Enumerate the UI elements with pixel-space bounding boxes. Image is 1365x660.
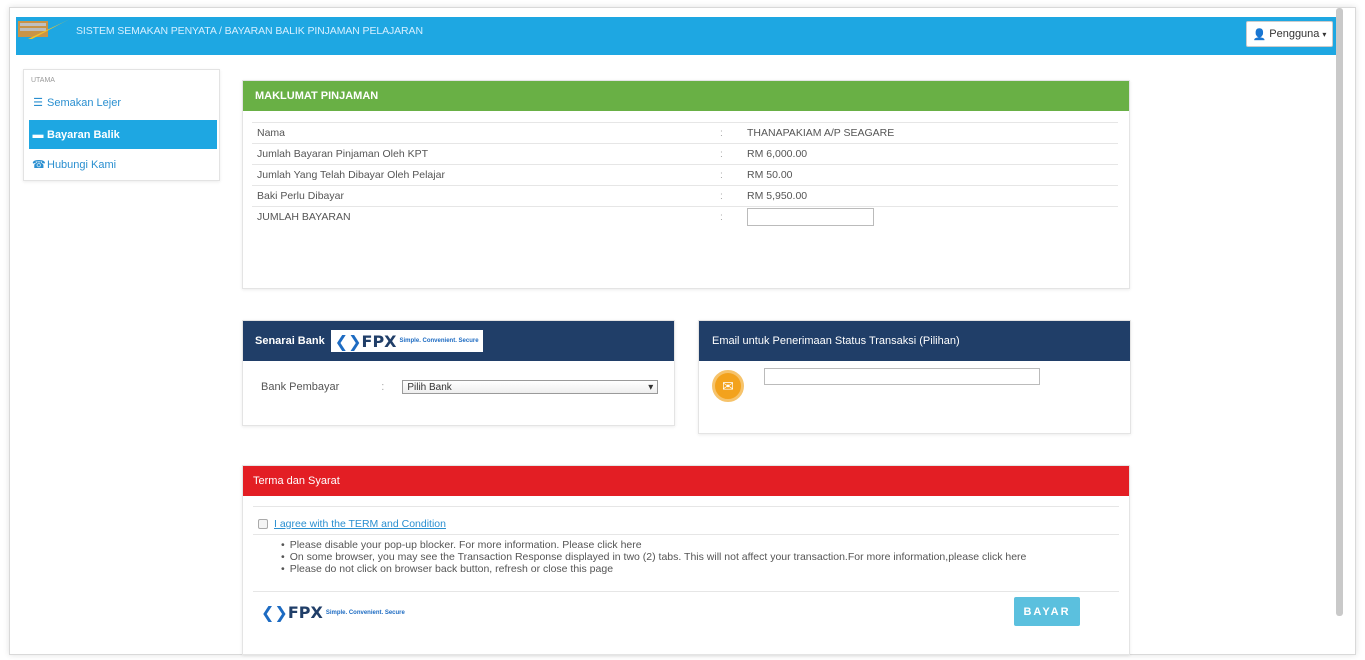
- top-navbar: SISTEM SEMAKAN PENYATA / BAYARAN BALIK P…: [16, 17, 1337, 55]
- row-value: THANAPAKIAM A/P SEAGARE: [742, 122, 1118, 144]
- app-title: SISTEM SEMAKAN PENYATA / BAYARAN BALIK P…: [76, 25, 423, 37]
- list-item: Please do not click on browser back butt…: [290, 563, 1026, 575]
- agree-row: I agree with the TERM and Condition: [258, 518, 446, 530]
- notes-list: Please disable your pop-up blocker. For …: [290, 539, 1027, 575]
- sidebar-section-title: UTAMA: [31, 77, 55, 84]
- scrollbar[interactable]: [1336, 8, 1343, 616]
- bank-select-value: Pilih Bank: [407, 381, 452, 393]
- sidebar: UTAMA ☰ Semakan Lejer ▬ Bayaran Balik ☎ …: [23, 69, 220, 181]
- footer-fpx-logo: ❮❯FPX Simple. Convenient. Secure: [261, 603, 405, 622]
- row-label: Baki Perlu Dibayar: [252, 185, 720, 207]
- email-panel-title: Email untuk Penerimaan Status Transaksi …: [699, 321, 1130, 361]
- row-value: RM 5,950.00: [742, 185, 1118, 207]
- email-panel: Email untuk Penerimaan Status Transaksi …: [698, 320, 1131, 434]
- bank-panel-title: Senarai Bank: [255, 335, 325, 347]
- payment-amount-input[interactable]: [747, 208, 874, 227]
- row-colon: :: [720, 185, 742, 207]
- fpx-logo-icon: ❮❯FPX: [334, 331, 397, 351]
- row-value: RM 50.00: [742, 164, 1118, 186]
- row-colon: :: [720, 122, 742, 144]
- pay-button[interactable]: BAYAR: [1014, 597, 1080, 626]
- divider: [253, 591, 1119, 592]
- chevron-down-icon: ▾: [1322, 29, 1327, 39]
- divider: [253, 534, 1119, 535]
- fpx-badge: ❮❯FPX Simple. Convenient. Secure: [330, 330, 483, 352]
- email-input[interactable]: [764, 368, 1040, 385]
- fpx-logo-text: FPX: [287, 603, 323, 622]
- table-row: Jumlah Bayaran Pinjaman Oleh KPT : RM 6,…: [252, 143, 1118, 165]
- divider: [253, 506, 1119, 507]
- user-menu-button[interactable]: 👤 Pengguna ▾: [1246, 21, 1333, 47]
- row-value: [742, 206, 1118, 228]
- sidebar-item-semakan-lejer[interactable]: ☰ Semakan Lejer: [29, 88, 217, 117]
- envelope-icon: ✉: [712, 370, 744, 402]
- table-row: JUMLAH BAYARAN :: [252, 206, 1118, 228]
- list-item: On some browser, you may see the Transac…: [290, 551, 1027, 563]
- terms-link[interactable]: I agree with the TERM and Condition: [274, 518, 446, 530]
- loan-table: Nama : THANAPAKIAM A/P SEAGARE Jumlah Ba…: [252, 122, 1118, 228]
- chevron-down-icon: ▾: [648, 381, 654, 393]
- user-icon: 👤: [1252, 28, 1267, 41]
- agree-checkbox[interactable]: [258, 519, 268, 529]
- sidebar-item-hubungi-kami[interactable]: ☎ Hubungi Kami: [29, 150, 217, 179]
- bank-select[interactable]: Pilih Bank ▾: [402, 380, 659, 394]
- phone-icon: ☎: [32, 159, 46, 171]
- row-colon: :: [720, 164, 742, 186]
- logo-icon: [18, 19, 70, 39]
- sidebar-item-label: Bayaran Balik: [47, 128, 120, 141]
- fpx-tagline: Simple. Convenient. Secure: [325, 609, 405, 616]
- row-colon: :: [720, 143, 742, 165]
- bank-panel-header: Senarai Bank ❮❯FPX Simple. Convenient. S…: [243, 321, 674, 361]
- terms-panel: Terma dan Syarat I agree with the TERM a…: [242, 465, 1130, 655]
- list-item: Please disable your pop-up blocker. For …: [290, 539, 1026, 551]
- fpx-logo-text: FPX: [361, 331, 397, 351]
- row-label: Jumlah Yang Telah Dibayar Oleh Pelajar: [252, 164, 720, 186]
- sidebar-item-label: Hubungi Kami: [47, 158, 117, 171]
- loan-panel-title: MAKLUMAT PINJAMAN: [243, 81, 1129, 111]
- row-label: Nama: [252, 122, 720, 144]
- bank-panel: Senarai Bank ❮❯FPX Simple. Convenient. S…: [242, 320, 675, 426]
- row-colon: :: [720, 206, 742, 228]
- sidebar-item-label: Semakan Lejer: [47, 96, 121, 109]
- loan-info-panel: MAKLUMAT PINJAMAN Nama : THANAPAKIAM A/P…: [242, 80, 1130, 289]
- row-value: RM 6,000.00: [742, 143, 1118, 165]
- table-row: Baki Perlu Dibayar : RM 5,950.00: [252, 185, 1118, 207]
- row-label: JUMLAH BAYARAN: [252, 206, 720, 228]
- bank-select-row: Bank Pembayar : Pilih Bank ▾: [261, 380, 659, 394]
- fpx-logo-icon: ❮❯FPX: [261, 603, 323, 622]
- user-menu-label: Pengguna: [1269, 28, 1320, 40]
- table-row: Jumlah Yang Telah Dibayar Oleh Pelajar :…: [252, 164, 1118, 186]
- bank-colon: :: [381, 381, 385, 393]
- bank-label: Bank Pembayar: [261, 381, 340, 393]
- table-row: Nama : THANAPAKIAM A/P SEAGARE: [252, 122, 1118, 144]
- row-label: Jumlah Bayaran Pinjaman Oleh KPT: [252, 143, 720, 165]
- list-icon: ☰: [33, 97, 43, 109]
- terms-panel-title: Terma dan Syarat: [243, 466, 1129, 496]
- fpx-tagline: Simple. Convenient. Secure: [399, 338, 479, 344]
- card-icon: ▬: [32, 128, 44, 141]
- sidebar-item-bayaran-balik[interactable]: ▬ Bayaran Balik: [29, 120, 217, 149]
